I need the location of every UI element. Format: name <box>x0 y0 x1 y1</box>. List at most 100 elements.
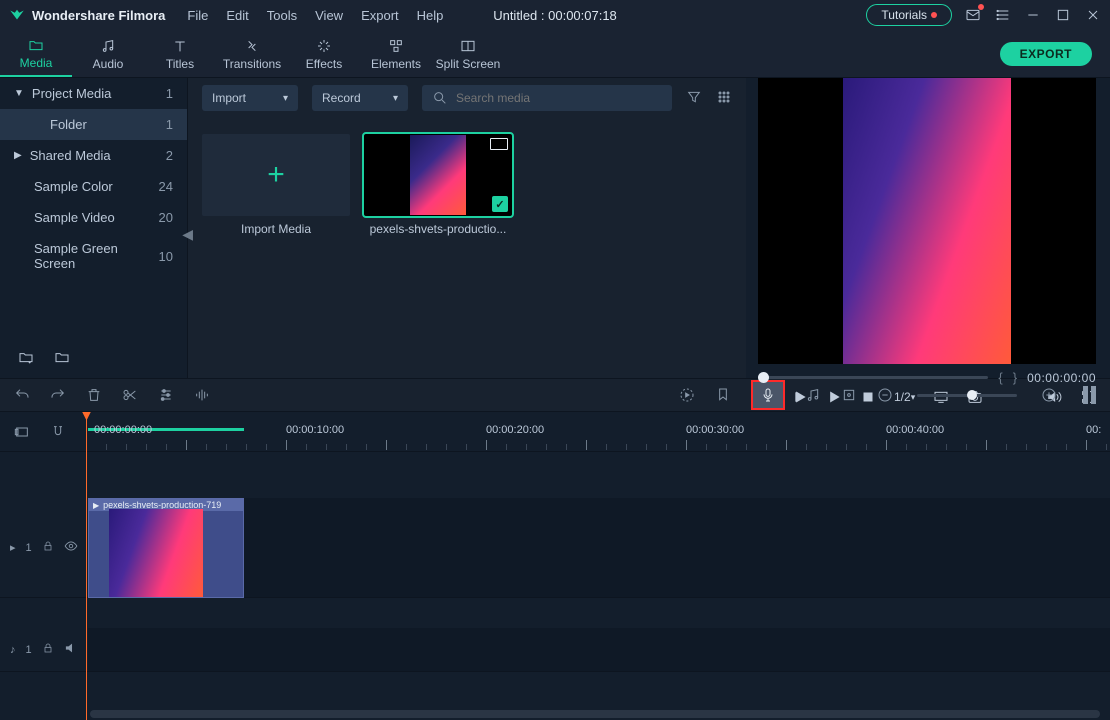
document-title: Untitled : 00:00:07:18 <box>493 8 617 23</box>
split-icon <box>460 37 476 55</box>
crop-icon[interactable] <box>841 387 857 403</box>
mark-out-icon[interactable]: } <box>1013 370 1017 385</box>
sidebar-item-sample-green-screen[interactable]: Sample Green Screen 10 <box>0 233 187 279</box>
timeline-scrollbar[interactable] <box>90 710 1100 718</box>
search-icon <box>432 90 448 106</box>
play-icon[interactable] <box>826 389 842 405</box>
folder-open-icon[interactable] <box>54 349 70 368</box>
zoom-out-icon[interactable] <box>877 387 893 403</box>
notification-dot-icon <box>978 4 984 10</box>
video-clip-icon <box>490 138 508 150</box>
preview-timecode: 00:00:00:00 <box>1027 371 1096 385</box>
window-minimize-icon[interactable] <box>1024 6 1042 24</box>
stop-icon[interactable] <box>860 389 876 405</box>
ribbon-tab-media[interactable]: Media <box>0 30 72 77</box>
checkmark-icon: ✓ <box>492 196 508 212</box>
elements-icon <box>388 37 404 55</box>
search-media-input[interactable] <box>422 85 672 111</box>
tasks-icon[interactable] <box>994 6 1012 24</box>
music-icon <box>100 37 116 55</box>
ribbon-tab-effects[interactable]: Effects <box>288 30 360 77</box>
sidebar-collapse-icon[interactable]: ◀ <box>182 226 193 243</box>
notification-dot-icon <box>931 12 937 18</box>
record-dropdown[interactable]: Record ▾ <box>312 85 408 111</box>
audio-note-icon: ♪ <box>10 644 16 656</box>
menu-tools[interactable]: Tools <box>267 8 297 23</box>
audio-waveform-icon[interactable] <box>194 387 210 403</box>
menu-view[interactable]: View <box>315 8 343 23</box>
tutorials-button[interactable]: Tutorials <box>866 4 952 26</box>
menu-file[interactable]: File <box>187 8 208 23</box>
timeline-clip[interactable]: ▶pexels-shvets-production-719 <box>88 498 244 598</box>
sidebar-item-sample-video[interactable]: Sample Video 20 <box>0 202 187 233</box>
ribbon-tab-splitscreen[interactable]: Split Screen <box>432 30 504 77</box>
visibility-icon[interactable] <box>64 539 78 556</box>
grid-view-icon[interactable] <box>716 89 732 108</box>
menu-help[interactable]: Help <box>417 8 444 23</box>
ribbon-tab-elements[interactable]: Elements <box>360 30 432 77</box>
preview-panel: {} 00:00:00:00 1/2 ▾ <box>746 78 1110 378</box>
audio-mixer-icon[interactable] <box>805 387 821 403</box>
audio-track-header[interactable]: ♪1 <box>0 628 88 671</box>
window-maximize-icon[interactable] <box>1054 6 1072 24</box>
magnet-snap-icon[interactable] <box>50 424 66 440</box>
redo-icon[interactable] <box>50 387 66 403</box>
display-settings-icon[interactable] <box>933 389 949 405</box>
menu-bar: File Edit Tools View Export Help <box>187 8 443 23</box>
split-clip-icon[interactable] <box>122 387 138 403</box>
mark-in-icon[interactable]: { <box>998 370 1002 385</box>
app-logo-icon <box>8 6 26 24</box>
video-track-row: ▸1 ▶pexels-shvets-production-719 <box>0 498 1110 598</box>
sidebar-item-sample-color[interactable]: Sample Color 24 <box>0 171 187 202</box>
app-name: Wondershare Filmora <box>32 8 165 23</box>
delete-icon[interactable] <box>86 387 102 403</box>
preview-frame <box>843 78 1011 364</box>
ribbon-tab-titles[interactable]: Titles <box>144 30 216 77</box>
lock-icon[interactable] <box>42 642 54 657</box>
video-track-icon: ▸ <box>10 541 16 554</box>
ribbon-tabs: Media Audio Titles Transitions Effects E… <box>0 30 1110 78</box>
timeline-options-icon[interactable] <box>14 424 30 440</box>
sidebar-item-folder[interactable]: Folder 1 <box>0 109 187 140</box>
folder-icon <box>28 36 44 54</box>
ribbon-tab-transitions[interactable]: Transitions <box>216 30 288 77</box>
zoom-in-icon[interactable] <box>1041 387 1057 403</box>
media-clip-tile[interactable]: ✓ pexels-shvets-productio... <box>364 134 512 236</box>
playback-speed-dropdown[interactable]: 1/2 ▾ <box>894 390 915 404</box>
title-bar: Wondershare Filmora File Edit Tools View… <box>0 0 1110 30</box>
timeline-ruler[interactable]: 00:00:00:00 00:00:10:00 00:00:20:00 00:0… <box>86 412 1110 452</box>
audio-track-row: ♪1 <box>0 628 1110 672</box>
plus-icon: + <box>267 160 285 190</box>
render-preview-icon[interactable] <box>679 387 695 403</box>
adjust-icon[interactable] <box>158 387 174 403</box>
video-track-header[interactable]: ▸1 <box>0 498 88 597</box>
microphone-icon <box>760 387 776 403</box>
zoom-fit-icon[interactable] <box>1077 386 1096 404</box>
mute-icon[interactable] <box>64 641 78 658</box>
new-folder-icon[interactable] <box>18 349 34 368</box>
filter-icon[interactable] <box>686 89 702 108</box>
preview-canvas[interactable] <box>758 78 1096 364</box>
sidebar-item-project-media[interactable]: ▼Project Media 1 <box>0 78 187 109</box>
text-icon <box>172 37 188 55</box>
chevron-down-icon: ▾ <box>393 93 398 104</box>
undo-icon[interactable] <box>14 387 30 403</box>
messages-icon[interactable] <box>964 6 982 24</box>
export-button[interactable]: EXPORT <box>1000 42 1092 66</box>
media-sidebar: ▼Project Media 1 Folder 1 ▶Shared Media … <box>0 78 188 378</box>
sidebar-item-shared-media[interactable]: ▶Shared Media 2 <box>0 140 187 171</box>
zoom-slider[interactable] <box>917 394 1017 397</box>
import-dropdown[interactable]: Import ▾ <box>202 85 298 111</box>
clip-thumbnail <box>410 135 466 215</box>
preview-scrubber[interactable] <box>758 376 988 379</box>
ribbon-tab-audio[interactable]: Audio <box>72 30 144 77</box>
voiceover-record-button[interactable] <box>751 380 785 410</box>
lock-icon[interactable] <box>42 540 54 555</box>
menu-edit[interactable]: Edit <box>226 8 248 23</box>
timeline: 00:00:00:00 00:00:10:00 00:00:20:00 00:0… <box>0 412 1110 720</box>
import-media-tile[interactable]: + Import Media <box>202 134 350 236</box>
sparkle-icon <box>316 37 332 55</box>
marker-icon[interactable] <box>715 387 731 403</box>
menu-export[interactable]: Export <box>361 8 399 23</box>
window-close-icon[interactable] <box>1084 6 1102 24</box>
